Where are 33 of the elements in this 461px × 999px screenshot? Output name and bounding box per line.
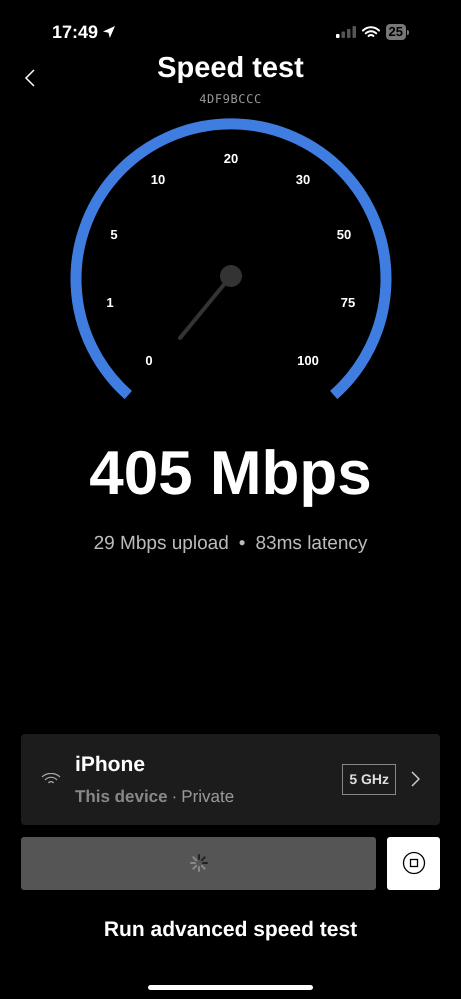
download-speed: 405 Mbps (89, 438, 372, 510)
status-time: 17:49 (52, 20, 98, 44)
latency: 83ms latency (255, 532, 368, 556)
privacy-label: Private (181, 786, 234, 808)
page-title: Speed test (157, 51, 304, 86)
signal-icon (336, 26, 356, 38)
location-arrow-icon (102, 25, 116, 39)
loading-spinner-icon (188, 853, 208, 873)
stop-button[interactable] (387, 836, 440, 890)
band-tag: 5 GHz (342, 764, 396, 794)
device-card[interactable]: iPhone This device · Private 5 GHz (21, 734, 440, 824)
wifi-icon (41, 773, 61, 785)
upload-speed: 29 Mbps upload (94, 532, 229, 556)
stop-icon (402, 851, 426, 875)
device-label: This device (75, 786, 168, 808)
gauge-tick-label: 100 (296, 353, 318, 368)
gauge-tick-label: 50 (336, 227, 351, 242)
back-chevron-icon (24, 68, 36, 88)
gauge-tick-label: 20 (223, 151, 238, 166)
advanced-test-link[interactable]: Run advanced speed test (104, 914, 358, 945)
gauge-tick-label: 5 (110, 227, 118, 242)
gauge-tick-label: 1 (106, 295, 114, 310)
gauge-tick-label: 75 (340, 295, 355, 310)
gauge-tick-label: 30 (295, 172, 310, 187)
separator-dot: • (238, 532, 246, 556)
device-id: 4DF9BCCC (199, 91, 262, 108)
gauge-tick-label: 0 (144, 353, 152, 368)
device-name: iPhone (75, 752, 146, 778)
battery-indicator: 25 (386, 24, 409, 40)
wifi-icon (362, 26, 380, 38)
separator-dot: · (172, 786, 178, 808)
chevron-right-icon (410, 770, 420, 788)
gauge-tick-label: 10 (150, 172, 165, 187)
